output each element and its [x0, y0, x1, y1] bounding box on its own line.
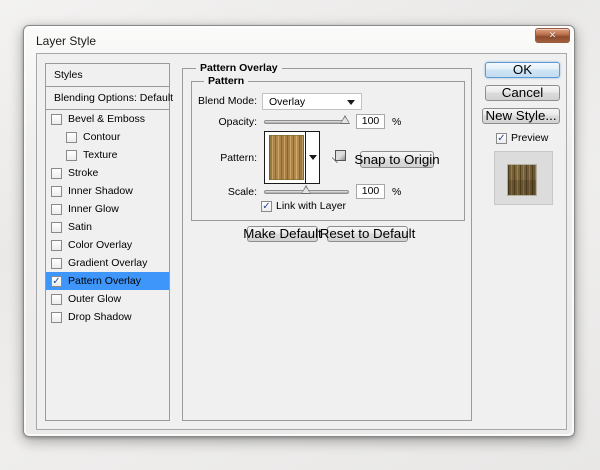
scale-label: Scale:: [227, 186, 257, 198]
sidebar-item-pattern-overlay[interactable]: ✓ Pattern Overlay: [46, 272, 169, 290]
checkbox-checked-icon[interactable]: ✓: [51, 275, 62, 287]
sidebar-item-inner-shadow[interactable]: Inner Shadow: [46, 182, 169, 200]
close-button[interactable]: ✕: [535, 28, 570, 43]
opacity-unit: %: [392, 116, 402, 128]
checkbox-icon[interactable]: [51, 239, 62, 251]
checkbox-icon[interactable]: [66, 149, 77, 161]
preview-label: Preview: [511, 132, 549, 144]
checkbox-icon[interactable]: [51, 185, 62, 197]
subgroup-title: Pattern: [204, 75, 249, 88]
make-default-button[interactable]: Make Default: [243, 226, 322, 242]
sidebar-item-satin[interactable]: Satin: [46, 218, 169, 236]
link-with-layer-label: Link with Layer: [276, 200, 347, 212]
close-icon: ✕: [548, 30, 557, 40]
sidebar-item-label: Inner Shadow: [68, 185, 133, 197]
opacity-label: Opacity:: [218, 116, 257, 128]
sidebar-item-label: Stroke: [68, 167, 99, 179]
scale-unit: %: [392, 186, 402, 198]
pattern-swatch-picker[interactable]: [264, 131, 320, 184]
opacity-input[interactable]: 100: [356, 114, 385, 129]
sidebar-item-bevel-emboss[interactable]: Bevel & Emboss: [46, 110, 169, 128]
pattern-thumbnail: [269, 135, 304, 180]
sidebar-item-label: Gradient Overlay: [68, 257, 148, 269]
styles-sidebar: Styles Blending Options: Default Bevel &…: [45, 63, 173, 421]
sidebar-item-blending-options[interactable]: Blending Options: Default: [46, 87, 173, 110]
style-preview-thumbnail: [508, 165, 536, 195]
preview-checkbox[interactable]: ✓ Preview: [496, 132, 548, 144]
sidebar-item-label: Contour: [83, 131, 121, 143]
sidebar-item-stroke[interactable]: Stroke: [46, 164, 169, 182]
sidebar-item-label: Outer Glow: [68, 293, 122, 305]
link-with-layer-checkbox[interactable]: ✓ Link with Layer: [261, 200, 346, 212]
checkbox-checked-icon[interactable]: ✓: [261, 200, 272, 212]
ok-button[interactable]: OK: [485, 62, 560, 78]
style-preview-panel: [494, 151, 553, 205]
window-title: Layer Style: [36, 34, 97, 48]
blend-mode-select[interactable]: Overlay: [262, 93, 362, 110]
checkbox-icon[interactable]: [51, 113, 62, 125]
pattern-overlay-group: Pattern Overlay Pattern Blend Mode: Over…: [182, 62, 472, 421]
checkbox-checked-icon[interactable]: ✓: [496, 132, 507, 144]
scale-slider-thumb[interactable]: [300, 185, 311, 194]
new-style-button[interactable]: New Style...: [482, 108, 560, 124]
new-pattern-preset-button[interactable]: [331, 150, 346, 165]
checkbox-icon[interactable]: [51, 257, 62, 269]
sidebar-item-label: Color Overlay: [68, 239, 133, 251]
pattern-subgroup: Pattern Blend Mode: Overlay Opacity: 100…: [191, 75, 465, 221]
opacity-slider[interactable]: [264, 115, 350, 124]
pattern-label: Pattern:: [220, 152, 257, 164]
layer-style-dialog: Layer Style ✕ Styles Blending Options: D…: [23, 25, 575, 437]
blend-mode-label: Blend Mode:: [198, 95, 257, 107]
page-fold-icon: [332, 158, 338, 164]
sidebar-item-label: Pattern Overlay: [68, 275, 141, 287]
sidebar-item-label: Inner Glow: [68, 203, 119, 215]
pattern-dropdown-button[interactable]: [305, 132, 319, 183]
cancel-button[interactable]: Cancel: [485, 85, 560, 101]
checkbox-icon[interactable]: [66, 131, 77, 143]
chevron-down-icon: [347, 100, 355, 105]
snap-to-origin-button[interactable]: Snap to Origin: [354, 151, 440, 168]
checkbox-icon[interactable]: [51, 221, 62, 233]
sidebar-style-list: Bevel & Emboss Contour Texture Stroke Inner …: [46, 110, 169, 326]
dialog-content: Styles Blending Options: Default Bevel &…: [36, 53, 567, 430]
sidebar-item-drop-shadow[interactable]: Drop Shadow: [46, 308, 169, 326]
sidebar-item-color-overlay[interactable]: Color Overlay: [46, 236, 169, 254]
sidebar-item-outer-glow[interactable]: Outer Glow: [46, 290, 169, 308]
reset-to-default-button[interactable]: Reset to Default: [320, 226, 415, 242]
sidebar-item-contour[interactable]: Contour: [46, 128, 169, 146]
sidebar-item-inner-glow[interactable]: Inner Glow: [46, 200, 169, 218]
checkbox-icon[interactable]: [51, 293, 62, 305]
desktop-background: Layer Style ✕ Styles Blending Options: D…: [0, 0, 600, 470]
sidebar-item-label: Bevel & Emboss: [68, 113, 146, 125]
group-title: Pattern Overlay: [196, 62, 282, 75]
sidebar-item-gradient-overlay[interactable]: Gradient Overlay: [46, 254, 169, 272]
opacity-slider-thumb[interactable]: [339, 115, 350, 124]
sidebar-item-styles[interactable]: Styles: [46, 64, 169, 87]
scale-input[interactable]: 100: [356, 184, 385, 199]
sidebar-item-texture[interactable]: Texture: [46, 146, 169, 164]
scale-slider[interactable]: [264, 185, 349, 194]
sidebar-item-label: Drop Shadow: [68, 311, 132, 323]
blend-mode-value: Overlay: [269, 95, 306, 108]
chevron-down-icon: [309, 155, 317, 160]
checkbox-icon[interactable]: [51, 311, 62, 323]
sidebar-item-label: Texture: [83, 149, 118, 161]
sidebar-item-label: Satin: [68, 221, 92, 233]
checkbox-icon[interactable]: [51, 203, 62, 215]
checkbox-icon[interactable]: [51, 167, 62, 179]
